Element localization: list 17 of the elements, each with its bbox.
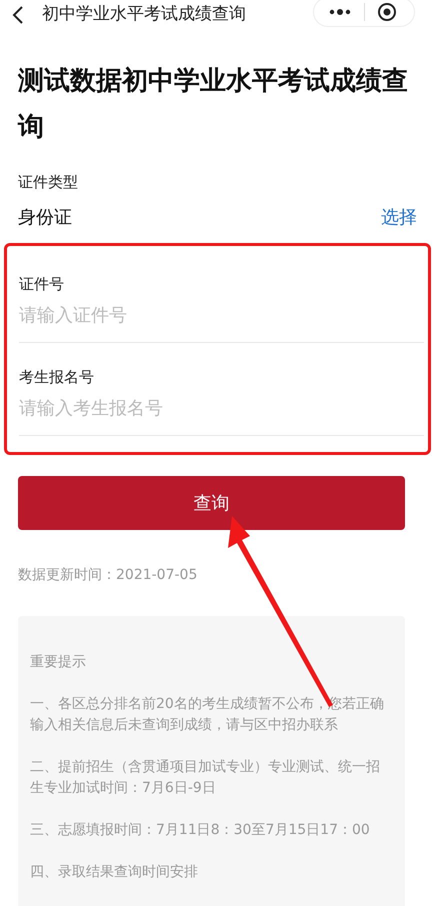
notice-paragraph: 四、录取结果查询时间安排 <box>30 863 199 882</box>
notice-title: 重要提示 <box>30 653 87 672</box>
notice-paragraph: 二、提前招生（含贯通项目加试专业）专业测试、统一招生专业加试时间：7月6日-9日 <box>30 758 381 798</box>
field-label: 考生报名号 <box>19 367 94 387</box>
more-icon[interactable] <box>328 9 352 15</box>
query-button[interactable]: 查询 <box>18 476 405 530</box>
field-label: 证件类型 <box>18 172 78 192</box>
notice-paragraph: 三、志愿填报时间：7月11日8：30至7月15日17：00 <box>30 821 371 840</box>
input-field[interactable]: 请输入证件号 <box>19 304 424 328</box>
nav-title: 初中学业水平考试成绩查询 <box>42 3 246 26</box>
update-time: 数据更新时间：2021-07-05 <box>18 566 198 585</box>
input-field[interactable]: 请输入考生报名号 <box>19 397 424 421</box>
page-heading: 测试数据初中学业水平考试成绩查询 <box>18 65 409 144</box>
select-link[interactable]: 选择 <box>381 204 417 231</box>
field-label: 证件号 <box>19 274 64 294</box>
id-type-value: 身份证 <box>18 206 72 230</box>
back-icon[interactable] <box>12 5 24 25</box>
